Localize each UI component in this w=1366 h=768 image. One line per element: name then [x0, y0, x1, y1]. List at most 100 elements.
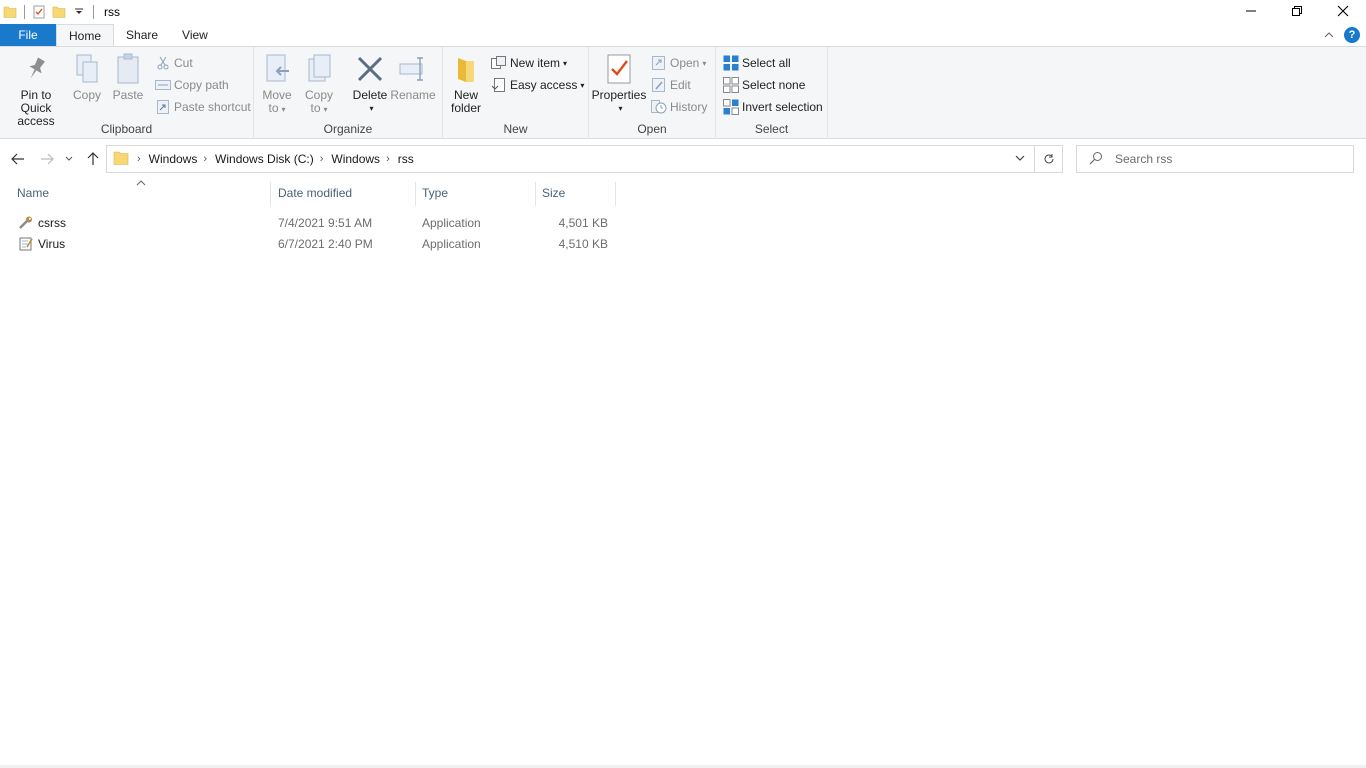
select-all-label: Select all [742, 56, 791, 70]
invert-selection-button[interactable]: Invert selection [723, 97, 823, 117]
window-title: rss [104, 5, 120, 19]
select-none-button[interactable]: Select none [723, 75, 805, 95]
tab-view[interactable]: View [170, 24, 220, 46]
address-bar[interactable]: › Windows › Windows Disk (C:) › Windows … [106, 145, 1035, 173]
paste-button[interactable]: Paste [110, 53, 146, 102]
pin-to-quick-access-button[interactable]: Pin to Quick access [6, 53, 66, 128]
new-group-label: New [503, 122, 528, 136]
breadcrumb-chevron-icon[interactable]: › [203, 153, 207, 165]
paste-shortcut-label: Paste shortcut [174, 100, 251, 114]
select-all-icon [723, 55, 739, 71]
window-controls [1228, 0, 1366, 24]
forward-arrow-icon [41, 153, 54, 165]
tab-file[interactable]: File [0, 24, 56, 46]
back-arrow-icon [11, 153, 24, 165]
toolbar-separator [24, 5, 25, 19]
breadcrumb-item[interactable]: Windows [331, 152, 380, 166]
navigation-bar: › Windows › Windows Disk (C:) › Windows … [0, 140, 1366, 178]
copy-path-icon [155, 77, 171, 93]
column-header-type[interactable]: Type [422, 178, 534, 208]
refresh-button[interactable] [1035, 145, 1063, 173]
minimize-button[interactable] [1228, 0, 1274, 22]
delete-label: Delete [352, 88, 388, 102]
select-none-icon [723, 77, 739, 93]
column-divider[interactable] [270, 182, 271, 206]
history-button[interactable]: History [651, 97, 707, 117]
breadcrumb-chevron-icon[interactable]: › [320, 153, 324, 165]
group-new: New folder New item ▾ Easy access ▾ New [443, 47, 589, 139]
history-icon [651, 99, 667, 115]
breadcrumb-chevron-icon[interactable]: › [386, 153, 390, 165]
search-box[interactable]: Search rss [1076, 145, 1354, 173]
minimize-icon [1246, 10, 1256, 12]
toolbar-separator [93, 5, 94, 19]
copy-path-button[interactable]: Copy path [155, 75, 229, 95]
column-divider[interactable] [615, 182, 616, 206]
table-row[interactable]: csrss 7/4/2021 9:51 AM Application 4,501… [0, 212, 616, 233]
new-folder-icon[interactable] [51, 4, 67, 20]
properties-button[interactable]: Properties ▾ [592, 53, 646, 115]
close-icon [1337, 5, 1349, 17]
delete-button[interactable]: Delete ▾ [352, 53, 388, 115]
properties-icon [603, 53, 635, 85]
table-row[interactable]: Virus 6/7/2021 2:40 PM Application 4,510… [0, 233, 616, 254]
restore-button[interactable] [1274, 0, 1320, 22]
group-select: Select all Select none Invert selection … [716, 47, 828, 139]
recent-locations-button[interactable] [62, 150, 76, 168]
properties-check-icon[interactable] [31, 4, 47, 20]
easy-access-label: Easy access [510, 78, 578, 92]
file-list: Name Date modified Type Size csrss 7/4/2… [0, 178, 1366, 768]
close-button[interactable] [1320, 0, 1366, 22]
column-header-date[interactable]: Date modified [278, 178, 414, 208]
search-icon [1089, 151, 1103, 168]
file-name: csrss [38, 215, 66, 230]
breadcrumb-item[interactable]: Windows [149, 152, 198, 166]
up-button[interactable] [83, 150, 103, 168]
move-to-button[interactable]: Move to ▾ [262, 53, 292, 116]
column-header-name[interactable]: Name [17, 178, 269, 208]
tab-home[interactable]: Home [56, 24, 115, 47]
clipboard-paste-icon [112, 53, 144, 85]
new-item-button[interactable]: New item ▾ [491, 53, 567, 73]
back-button[interactable] [8, 150, 28, 168]
open-icon [651, 55, 667, 71]
breadcrumb-item[interactable]: Windows Disk (C:) [215, 152, 314, 166]
select-all-button[interactable]: Select all [723, 53, 791, 73]
up-arrow-icon [87, 152, 99, 165]
ribbon: Pin to Quick access Copy Paste Cut Copy … [0, 46, 1366, 139]
help-icon[interactable]: ? [1344, 27, 1360, 43]
open-button[interactable]: Open ▾ [651, 53, 706, 73]
tab-share[interactable]: Share [114, 24, 170, 46]
copy-to-label-line2: to ▾ [310, 101, 328, 115]
breadcrumb-item[interactable]: rss [398, 152, 414, 166]
delete-dropdown-icon[interactable]: ▾ [369, 102, 373, 115]
edit-icon [651, 77, 667, 93]
easy-access-button[interactable]: Easy access ▾ [491, 75, 584, 95]
column-divider[interactable] [535, 182, 536, 206]
forward-button[interactable] [37, 150, 57, 168]
paste-shortcut-button[interactable]: Paste shortcut [155, 97, 251, 117]
breadcrumb-chevron-icon[interactable]: › [137, 153, 141, 165]
folder-icon [113, 151, 129, 168]
collapse-ribbon-icon[interactable] [1324, 31, 1334, 39]
customize-toolbar-dropdown-icon[interactable] [71, 4, 87, 20]
organize-group-label: Organize [323, 122, 373, 136]
edit-label: Edit [670, 78, 691, 92]
copy-path-label: Copy path [174, 78, 229, 92]
clipboard-group-label: Clipboard [100, 122, 153, 136]
rename-button[interactable]: Rename [390, 53, 436, 102]
edit-button[interactable]: Edit [651, 75, 691, 95]
pin-label-line1: Pin to Quick [20, 88, 52, 115]
cut-button[interactable]: Cut [155, 53, 193, 73]
copy-button[interactable]: Copy [70, 53, 104, 102]
column-header-size[interactable]: Size [542, 178, 614, 208]
file-name: Virus [38, 236, 66, 251]
folder-icon [2, 4, 18, 20]
easy-access-icon [491, 77, 507, 93]
notepad-app-icon [18, 233, 36, 254]
column-divider[interactable] [415, 182, 416, 206]
new-folder-button[interactable]: New folder [451, 53, 481, 115]
copy-to-button[interactable]: Copy to ▾ [304, 53, 334, 116]
address-dropdown-icon[interactable] [1014, 152, 1028, 166]
properties-dropdown-icon[interactable]: ▾ [618, 102, 622, 115]
